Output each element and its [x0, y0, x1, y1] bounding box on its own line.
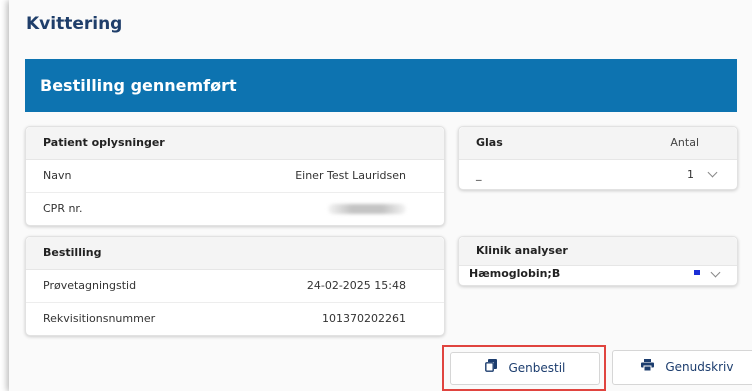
- patient-name-row: Navn Einer Test Lauridsen: [26, 160, 444, 193]
- page-title: Kvittering: [26, 14, 123, 34]
- printer-icon: [640, 351, 654, 384]
- clinical-analyses-header: Klinik analyser: [459, 237, 737, 266]
- sample-time-value: 24-02-2025 15:48: [306, 279, 406, 292]
- patient-card-header: Patient oplysninger: [26, 127, 444, 160]
- patient-cpr-row: CPR nr.: [26, 193, 444, 225]
- requisition-label: Rekvisitionsnummer: [43, 312, 156, 325]
- receipt-panel: Kvittering Bestilling gennemført Patient…: [9, 0, 752, 391]
- glas-row[interactable]: _ 1: [459, 160, 737, 190]
- patient-name-label: Navn: [43, 169, 72, 182]
- analysis-row[interactable]: Hæmoglobin;B: [459, 266, 737, 284]
- sample-time-label: Prøvetagningstid: [43, 279, 137, 292]
- patient-cpr-label: CPR nr.: [43, 202, 83, 215]
- reprint-button[interactable]: Genudskriv: [612, 350, 752, 385]
- glas-row-count: 1: [687, 168, 694, 181]
- reorder-button[interactable]: Genbestil: [450, 352, 600, 385]
- analysis-name: Hæmoglobin;B: [469, 267, 561, 280]
- patient-name-value: Einer Test Lauridsen: [295, 169, 406, 182]
- success-banner: Bestilling gennemført: [25, 59, 737, 112]
- requisition-value: 101370202261: [322, 312, 406, 325]
- glas-count-header: Antal: [670, 136, 699, 149]
- reprint-button-label: Genudskriv: [665, 360, 734, 374]
- order-card-header: Bestilling: [26, 237, 444, 270]
- cpr-redacted-value: [328, 204, 406, 214]
- clinical-analyses-card: Klinik analyser Hæmoglobin;B: [458, 236, 738, 286]
- order-card: Bestilling Prøvetagningstid 24-02-2025 1…: [25, 236, 445, 336]
- requisition-row: Rekvisitionsnummer 101370202261: [26, 303, 444, 335]
- sample-time-row: Prøvetagningstid 24-02-2025 15:48: [26, 270, 444, 303]
- glas-row-name: _: [476, 168, 482, 181]
- glas-card: Glas Antal _ 1: [458, 126, 738, 190]
- glas-header-label: Glas: [476, 136, 503, 149]
- chevron-down-icon[interactable]: [710, 267, 721, 278]
- chevron-down-icon[interactable]: [707, 167, 718, 178]
- glas-card-header: Glas Antal: [459, 127, 737, 160]
- reorder-button-label: Genbestil: [508, 361, 566, 375]
- status-square-icon: [694, 270, 700, 275]
- patient-card: Patient oplysninger Navn Einer Test Laur…: [25, 126, 445, 226]
- copy-icon: [484, 353, 497, 384]
